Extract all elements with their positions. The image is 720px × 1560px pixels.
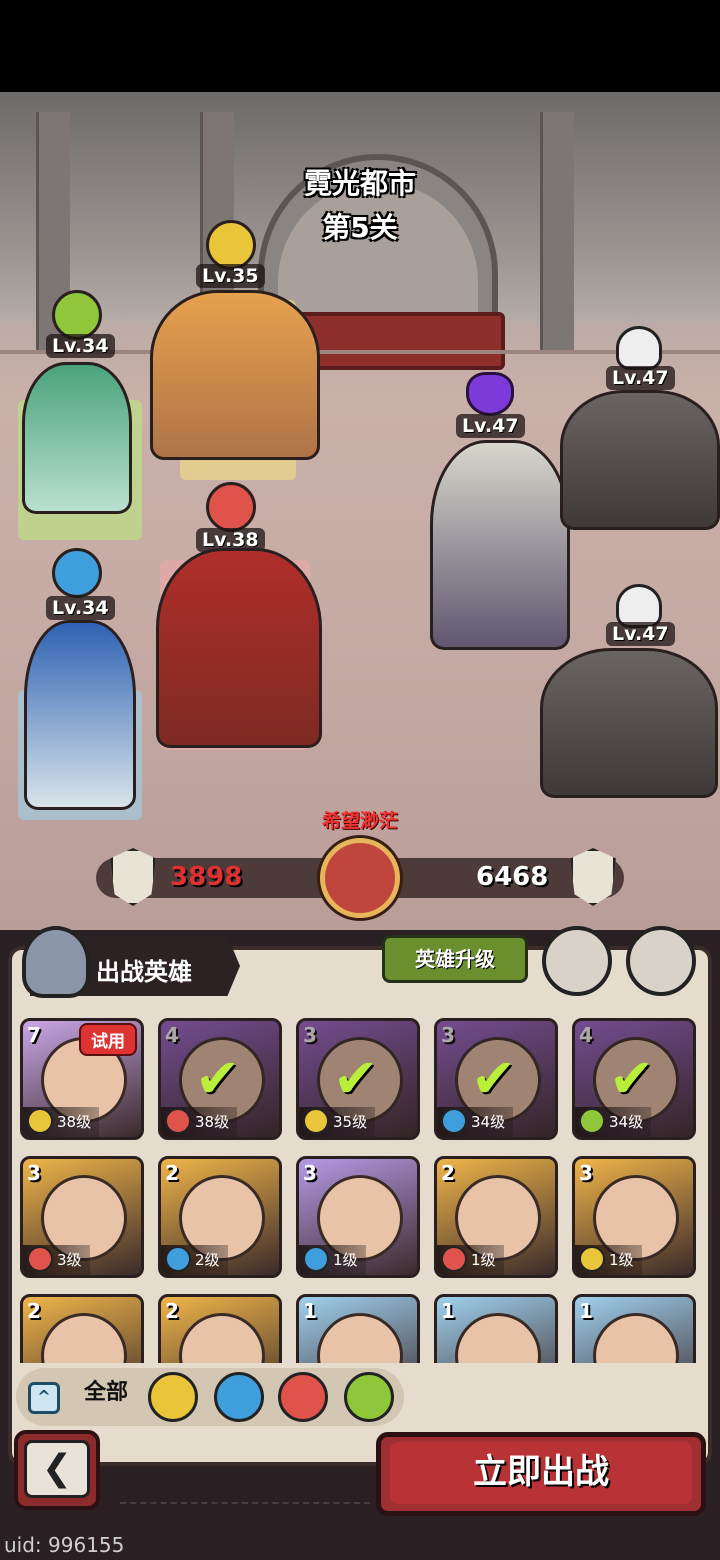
status-bar-area bbox=[0, 0, 720, 92]
hero-portrait bbox=[455, 1313, 541, 1363]
star-count: 1 bbox=[579, 1299, 593, 1323]
star-count: 2 bbox=[165, 1161, 179, 1185]
star-count: 3 bbox=[27, 1161, 41, 1185]
earth-element-icon bbox=[579, 1246, 605, 1272]
wind-filter-icon[interactable] bbox=[344, 1372, 394, 1422]
panel-title: 出战英雄 bbox=[96, 958, 192, 986]
star-count: 3 bbox=[303, 1161, 317, 1185]
hero-card[interactable]: 2 2级 bbox=[158, 1156, 282, 1278]
fire-element-icon bbox=[27, 1246, 53, 1272]
earth-element-icon bbox=[206, 220, 256, 270]
hero-grid: 7 试用 38级 4 ✔ 38级 3 ✔ 35级 3 ✔ 34级 4 ✔ 34级 3 3级 2 2级 3 1级 2 1级 3 1… bbox=[20, 1018, 700, 1363]
hero-card[interactable]: 1 bbox=[434, 1294, 558, 1363]
hero-card[interactable]: 3 3级 bbox=[20, 1156, 144, 1278]
hero-card[interactable]: 7 试用 38级 bbox=[20, 1018, 144, 1140]
disadvantage-icon bbox=[320, 838, 400, 918]
hero-card[interactable]: 4 ✔ 38级 bbox=[158, 1018, 282, 1140]
back-arrow-icon: ❮ bbox=[24, 1440, 90, 1498]
earth-element-icon bbox=[27, 1108, 53, 1134]
dark-armored-queen[interactable] bbox=[430, 440, 570, 650]
earth-filter-icon[interactable] bbox=[148, 1372, 198, 1422]
bearded-fist-warrior[interactable] bbox=[150, 290, 320, 460]
hero-card[interactable]: 1 bbox=[296, 1294, 420, 1363]
stage-city-name: 霓光都市 bbox=[303, 167, 416, 200]
fire-element-icon bbox=[441, 1246, 467, 1272]
hero-card[interactable]: 3 ✔ 34级 bbox=[434, 1018, 558, 1140]
green-elf-sorceress[interactable] bbox=[22, 362, 132, 514]
filter-all[interactable]: 全部 bbox=[84, 1374, 128, 1406]
check-icon: ✔ bbox=[195, 1047, 241, 1110]
check-icon: ✔ bbox=[333, 1047, 379, 1110]
hero-portrait bbox=[41, 1313, 127, 1363]
star-count: 7 bbox=[27, 1023, 41, 1047]
hero-card[interactable]: 1 bbox=[572, 1294, 696, 1363]
uid-label: uid: 996155 bbox=[0, 1530, 720, 1560]
red-spear-warrior[interactable] bbox=[156, 548, 322, 748]
hero-upgrade-button[interactable]: 英雄升级 bbox=[382, 935, 528, 983]
formation-icon[interactable] bbox=[542, 926, 612, 996]
trial-badge: 试用 bbox=[79, 1023, 137, 1056]
divider bbox=[120, 1502, 370, 1504]
fire-element-icon bbox=[165, 1108, 191, 1134]
my-power-value: 3898 bbox=[170, 862, 243, 892]
wind-element-icon bbox=[52, 290, 102, 340]
enemy-level: Lv.47 bbox=[606, 622, 675, 646]
star-count: 3 bbox=[579, 1161, 593, 1185]
water-element-icon bbox=[52, 548, 102, 598]
blue-elf-mage[interactable] bbox=[24, 620, 136, 810]
star-count: 1 bbox=[441, 1299, 455, 1323]
check-icon: ✔ bbox=[609, 1047, 655, 1110]
auto-icon[interactable] bbox=[626, 926, 696, 996]
mech-golem-top[interactable] bbox=[560, 390, 720, 530]
hero-portrait bbox=[179, 1313, 265, 1363]
star-count: 2 bbox=[441, 1161, 455, 1185]
battle-warning: 希望渺茫 bbox=[321, 810, 398, 832]
hero-card[interactable]: 2 bbox=[20, 1294, 144, 1363]
fire-element-icon bbox=[206, 482, 256, 532]
demon-icon bbox=[466, 372, 514, 416]
skull-icon bbox=[616, 326, 662, 370]
hero-card[interactable]: 4 ✔ 34级 bbox=[572, 1018, 696, 1140]
hero-portrait bbox=[317, 1313, 403, 1363]
water-element-icon bbox=[441, 1108, 467, 1134]
water-element-icon bbox=[165, 1246, 191, 1272]
water-element-icon bbox=[303, 1246, 329, 1272]
star-count: 2 bbox=[165, 1299, 179, 1323]
enemy-level: Lv.47 bbox=[456, 414, 525, 438]
mech-golem-bottom[interactable] bbox=[540, 648, 718, 798]
earth-element-icon bbox=[303, 1108, 329, 1134]
ally-level: Lv.34 bbox=[46, 596, 115, 620]
fire-filter-icon[interactable] bbox=[278, 1372, 328, 1422]
helmet-icon bbox=[22, 926, 90, 998]
deploy-label: 立即出战 bbox=[390, 1442, 692, 1504]
hero-card[interactable]: 3 ✔ 35级 bbox=[296, 1018, 420, 1140]
ally-level: Lv.34 bbox=[46, 334, 115, 358]
star-count: 2 bbox=[27, 1299, 41, 1323]
water-filter-icon[interactable] bbox=[214, 1372, 264, 1422]
star-count: 1 bbox=[303, 1299, 317, 1323]
hero-portrait bbox=[593, 1313, 679, 1363]
enemy-level: Lv.47 bbox=[606, 366, 675, 390]
check-icon: ✔ bbox=[471, 1047, 517, 1110]
chevron-up-icon[interactable]: ^ bbox=[28, 1382, 60, 1414]
hero-card[interactable]: 3 1级 bbox=[296, 1156, 420, 1278]
wind-element-icon bbox=[579, 1108, 605, 1134]
hero-card[interactable]: 3 1级 bbox=[572, 1156, 696, 1278]
enemy-power-value: 6468 bbox=[476, 862, 549, 892]
stage-level: 第5关 bbox=[322, 211, 398, 244]
hero-card[interactable]: 2 1级 bbox=[434, 1156, 558, 1278]
hero-card[interactable]: 2 bbox=[158, 1294, 282, 1363]
ally-level: Lv.35 bbox=[196, 264, 265, 288]
